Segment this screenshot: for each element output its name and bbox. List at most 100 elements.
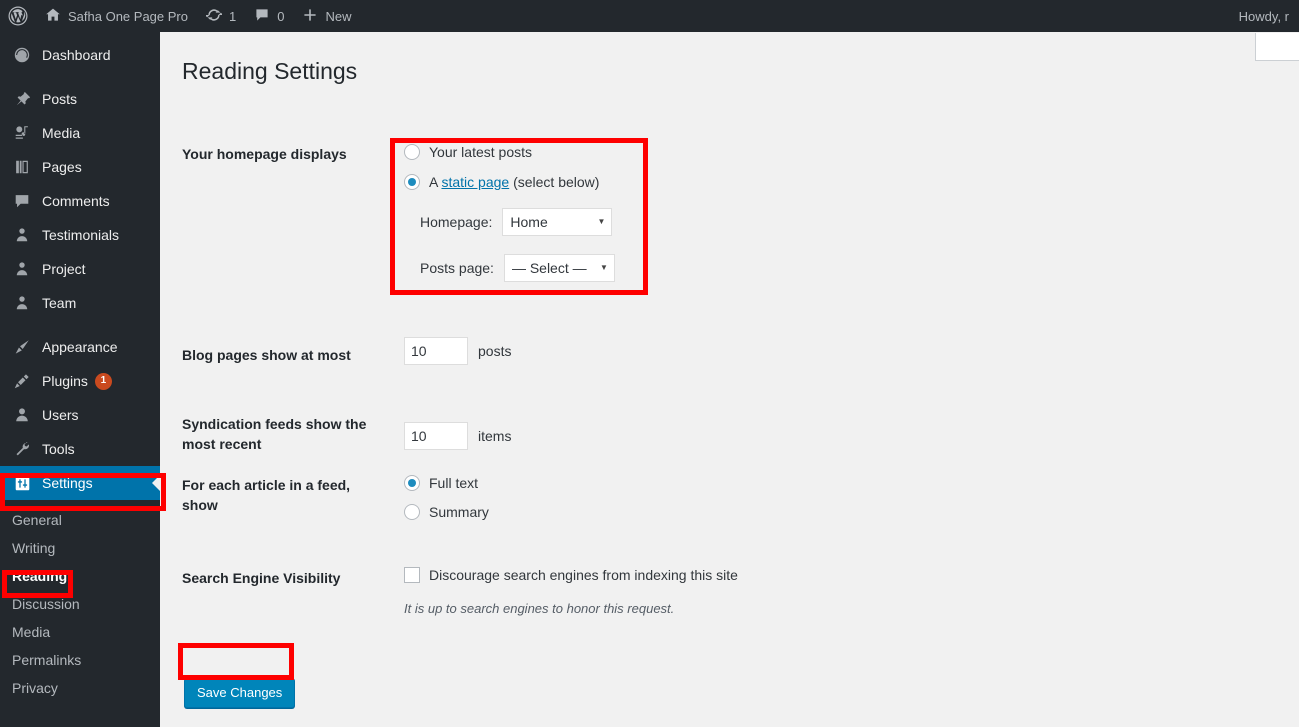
comments-menu[interactable]: 0: [245, 0, 293, 32]
help-tab[interactable]: Help: [1255, 33, 1299, 61]
dashboard-icon: [10, 46, 34, 64]
posts-page-select[interactable]: — Select —: [503, 254, 615, 282]
radio-static-page[interactable]: A static page (select below): [404, 174, 615, 190]
radio-summary-indicator[interactable]: [404, 504, 420, 520]
radio-latest-posts-label: Your latest posts: [429, 144, 532, 160]
sidebar-item-project[interactable]: Project: [0, 252, 160, 286]
sidebar-item-appearance[interactable]: Appearance: [0, 330, 160, 364]
static-page-help-link[interactable]: static page: [441, 174, 509, 190]
submenu-label: Discussion: [12, 596, 80, 612]
radio-full-text[interactable]: Full text: [404, 475, 489, 491]
media-icon: [10, 124, 34, 142]
sidebar-item-team[interactable]: Team: [0, 286, 160, 320]
checkbox-discourage-search-indicator[interactable]: [404, 567, 420, 583]
settings-submenu: General Writing Reading Discussion Media…: [0, 500, 160, 702]
new-content-menu[interactable]: New: [293, 0, 360, 32]
site-name-menu[interactable]: Safha One Page Pro: [36, 0, 197, 32]
sidebar-item-label: Pages: [42, 159, 82, 175]
sidebar-item-discussion[interactable]: Discussion: [0, 590, 160, 618]
updates-menu[interactable]: 1: [197, 0, 245, 32]
user-icon: [10, 226, 34, 244]
checkbox-discourage-search[interactable]: Discourage search engines from indexing …: [404, 567, 738, 583]
sidebar-item-label: Posts: [42, 91, 78, 107]
comment-bubble-icon: [10, 192, 34, 210]
sidebar-item-label: Appearance: [42, 339, 118, 355]
sidebar-item-users[interactable]: Users: [0, 398, 160, 432]
sidebar-item-label: Settings: [42, 475, 93, 491]
sidebar-item-settings[interactable]: Settings: [0, 466, 160, 500]
submenu-label: Privacy: [12, 680, 58, 696]
wordpress-logo-menu[interactable]: [0, 0, 36, 32]
row-search-visibility: Search Engine Visibility Discourage sear…: [182, 567, 1272, 662]
brush-icon: [10, 338, 34, 356]
page-title: Reading Settings: [182, 58, 358, 84]
field-syndication-feeds: items: [404, 422, 511, 450]
label-homepage-select: Homepage:: [420, 214, 493, 230]
plugins-update-badge: 1: [94, 372, 112, 390]
sidebar-item-label: Users: [42, 407, 79, 423]
pin-icon: [10, 90, 34, 108]
sidebar-item-label: Dashboard: [42, 47, 111, 63]
sidebar-item-dashboard[interactable]: Dashboard: [0, 38, 160, 72]
submenu-label: Reading: [12, 568, 68, 584]
sidebar-item-tools[interactable]: Tools: [0, 432, 160, 466]
field-blog-pages: posts: [404, 337, 511, 365]
posts-page-select-value: — Select —: [511, 260, 587, 276]
menu-separator: [0, 320, 160, 330]
sidebar-item-label: Tools: [42, 441, 75, 457]
sidebar-item-media-settings[interactable]: Media: [0, 618, 160, 646]
label-posts-page-select: Posts page:: [420, 260, 494, 276]
sidebar-item-plugins[interactable]: Plugins 1: [0, 364, 160, 398]
users-icon: [10, 406, 34, 424]
sidebar-item-permalinks[interactable]: Permalinks: [0, 646, 160, 674]
label-syndication-feeds: Syndication feeds show the most recent: [182, 414, 372, 454]
sidebar-item-comments[interactable]: Comments: [0, 184, 160, 218]
submenu-label: Media: [12, 624, 51, 640]
blog-pages-unit: posts: [478, 343, 512, 359]
plug-icon: [10, 372, 34, 390]
label-syndication-feeds-text: Syndication feeds show the most recent: [182, 416, 367, 452]
radio-static-page-text: A static page (select below): [429, 174, 599, 190]
sidebar-item-general[interactable]: General: [0, 506, 160, 534]
sidebar-item-testimonials[interactable]: Testimonials: [0, 218, 160, 252]
admin-sidebar-menu: Dashboard Posts Media Pages Comments Tes…: [0, 32, 160, 727]
sidebar-item-label: Plugins: [42, 373, 88, 389]
sidebar-item-label: Team: [42, 295, 77, 311]
user-icon: [10, 294, 34, 312]
radio-latest-posts[interactable]: Your latest posts: [404, 144, 615, 160]
sidebar-item-pages[interactable]: Pages: [0, 150, 160, 184]
reading-settings-form: Your homepage displays Your latest posts…: [182, 122, 1272, 712]
blog-pages-input[interactable]: [404, 337, 468, 365]
plus-icon: [302, 7, 318, 26]
radio-summary[interactable]: Summary: [404, 504, 489, 520]
admin-bar: Safha One Page Pro 1 0 New Howdy, r: [0, 0, 1299, 32]
wordpress-logo-icon: [8, 6, 28, 26]
new-content-label: New: [325, 8, 352, 24]
label-feed-article-text: For each article in a feed, show: [182, 477, 351, 513]
sidebar-item-media[interactable]: Media: [0, 116, 160, 150]
field-feed-article: Full text Summary: [404, 475, 489, 520]
updates-icon: [204, 7, 224, 26]
sidebar-item-label: Comments: [42, 193, 110, 209]
homepage-select[interactable]: Home: [502, 208, 613, 236]
sidebar-item-posts[interactable]: Posts: [0, 82, 160, 116]
row-blog-pages: Blog pages show at most posts: [182, 332, 1272, 400]
radio-full-text-indicator[interactable]: [404, 475, 420, 491]
settings-icon: [10, 475, 34, 492]
submenu-label: General: [12, 512, 62, 528]
row-syndication-feeds: Syndication feeds show the most recent i…: [182, 400, 1272, 475]
main-content-area: Help Reading Settings Your homepage disp…: [160, 32, 1299, 727]
sidebar-item-reading[interactable]: Reading: [0, 562, 160, 590]
syndication-input[interactable]: [404, 422, 468, 450]
radio-latest-posts-indicator[interactable]: [404, 144, 420, 160]
sidebar-item-writing[interactable]: Writing: [0, 534, 160, 562]
sidebar-item-privacy[interactable]: Privacy: [0, 674, 160, 702]
row-feed-article: For each article in a feed, show Full te…: [182, 475, 1272, 567]
comments-count: 0: [277, 8, 285, 24]
save-changes-button[interactable]: Save Changes: [184, 678, 296, 708]
radio-static-page-indicator[interactable]: [404, 174, 420, 190]
syndication-unit: items: [478, 428, 512, 444]
label-blog-pages: Blog pages show at most: [182, 347, 351, 363]
howdy-greeting[interactable]: Howdy, r: [1239, 9, 1299, 24]
comment-bubble-icon: [254, 7, 270, 26]
